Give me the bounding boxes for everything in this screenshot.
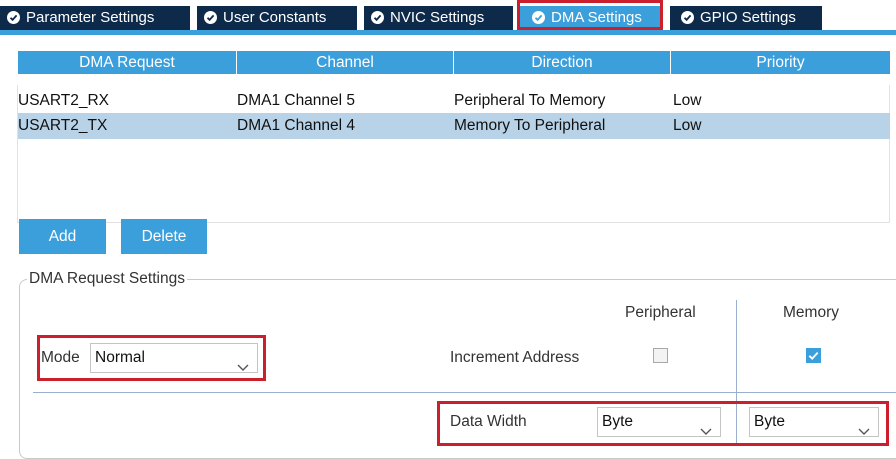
cell-priority: Low xyxy=(673,92,702,109)
column-header-dma-request[interactable]: DMA Request xyxy=(18,51,236,74)
cell-priority: Low xyxy=(673,117,702,134)
table-row-selected[interactable]: USART2_TX DMA1 Channel 4 Memory To Perip… xyxy=(18,113,890,139)
data-width-memory-select[interactable]: Byte xyxy=(749,407,879,437)
column-label-peripheral: Peripheral xyxy=(625,304,696,321)
tab-dma-settings[interactable]: DMA Settings xyxy=(520,6,660,30)
group-title: DMA Request Settings xyxy=(27,270,187,288)
chevron-down-icon xyxy=(858,418,870,446)
cell-request: USART2_RX xyxy=(18,92,110,109)
tab-label: Parameter Settings xyxy=(26,9,155,26)
tab-label: DMA Settings xyxy=(551,9,642,26)
tab-underline xyxy=(0,30,896,35)
tab-user-constants[interactable]: User Constants xyxy=(197,6,357,30)
check-circle-icon xyxy=(532,11,545,24)
cell-direction: Memory To Peripheral xyxy=(454,117,606,134)
cell-channel: DMA1 Channel 4 xyxy=(237,117,356,134)
delete-button[interactable]: Delete xyxy=(121,219,207,254)
check-circle-icon xyxy=(371,11,384,24)
cell-direction: Peripheral To Memory xyxy=(454,92,606,109)
column-header-direction[interactable]: Direction xyxy=(454,51,670,74)
data-width-peripheral-value: Byte xyxy=(602,413,634,430)
table-row[interactable]: USART2_RX DMA1 Channel 5 Peripheral To M… xyxy=(18,88,890,114)
mode-label: Mode xyxy=(41,349,80,366)
checkmark-icon xyxy=(808,351,819,360)
increment-peripheral-checkbox[interactable] xyxy=(653,348,668,363)
mode-select-value: Normal xyxy=(95,349,145,366)
increment-memory-checkbox[interactable] xyxy=(806,348,821,363)
tab-label: NVIC Settings xyxy=(390,9,485,26)
chevron-down-icon xyxy=(700,418,712,446)
column-label-memory: Memory xyxy=(783,304,839,321)
cell-request: USART2_TX xyxy=(18,117,108,134)
column-header-channel[interactable]: Channel xyxy=(237,51,453,74)
cell-channel: DMA1 Channel 5 xyxy=(237,92,356,109)
column-header-priority[interactable]: Priority xyxy=(671,51,890,74)
tab-parameter-settings[interactable]: Parameter Settings xyxy=(0,6,190,30)
chevron-down-icon xyxy=(237,354,249,382)
increment-address-label: Increment Address xyxy=(450,349,580,366)
mode-select[interactable]: Normal xyxy=(90,343,258,373)
data-width-label: Data Width xyxy=(450,413,527,430)
tab-label: GPIO Settings xyxy=(700,9,796,26)
check-circle-icon xyxy=(204,11,217,24)
column-divider xyxy=(736,300,737,446)
tab-label: User Constants xyxy=(223,9,327,26)
tab-gpio-settings[interactable]: GPIO Settings xyxy=(670,6,822,30)
add-button[interactable]: Add xyxy=(19,219,106,254)
tab-nvic-settings[interactable]: NVIC Settings xyxy=(364,6,513,30)
data-width-memory-value: Byte xyxy=(754,413,786,430)
data-width-peripheral-select[interactable]: Byte xyxy=(597,407,721,437)
check-circle-icon xyxy=(681,11,694,24)
check-circle-icon xyxy=(7,11,20,24)
row-divider xyxy=(33,392,896,393)
